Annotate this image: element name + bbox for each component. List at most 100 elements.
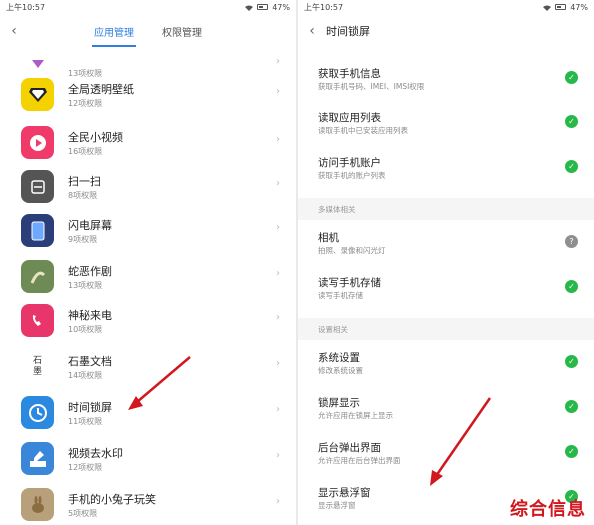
permission-item[interactable]: 后台弹出界面允许应用在后台弹出界面 ✓: [298, 440, 594, 484]
screen-icon: [21, 214, 54, 247]
chevron-right-icon: ›: [276, 268, 280, 279]
status-bar: 上午10:57 47%: [0, 0, 296, 14]
battery-percent: 47%: [570, 2, 588, 12]
page-title: 时间锁屏: [326, 25, 370, 38]
permission-description: 拍照、录像和闪光灯: [318, 246, 386, 255]
battery-icon: [257, 4, 269, 10]
clock-icon: [21, 396, 54, 429]
permission-name: 后台弹出界面: [318, 442, 381, 454]
allowed-check-icon[interactable]: ✓: [565, 400, 578, 413]
shimo-icon: 石 墨: [21, 350, 54, 383]
permission-description: 显示悬浮窗: [318, 501, 356, 510]
chevron-right-icon: ›: [276, 86, 280, 97]
app-list-item[interactable]: 时间锁屏 11项权限 ›: [0, 390, 296, 434]
section-label: 多媒体相关: [318, 205, 356, 214]
permission-name: 访问手机账户: [318, 157, 381, 169]
app-permission-count: 14项权限: [68, 371, 103, 380]
chevron-left-icon: ‹: [309, 23, 315, 39]
chevron-right-icon: ›: [276, 222, 280, 233]
app-list-item[interactable]: 石 墨 石墨文档 14项权限 ›: [0, 344, 296, 388]
app-permission-screen: 上午10:57 47% ‹ 时间锁屏 获取手机信息 获取手机号码、IMEI、IMS…: [298, 0, 594, 525]
app-permission-count: 5项权限: [68, 509, 98, 518]
permission-name: 相机: [318, 232, 339, 244]
permission-description: 允许应用在后台弹出界面: [318, 456, 401, 465]
chevron-right-icon: ›: [276, 404, 280, 415]
chevron-right-icon: ›: [276, 134, 280, 145]
app-permission-count: 12项权限: [68, 99, 103, 108]
battery-icon: [555, 4, 567, 10]
chevron-left-icon: ‹: [11, 23, 17, 39]
permission-item[interactable]: 系统设置修改系统设置 ✓: [298, 350, 594, 394]
app-list-item[interactable]: 全局透明壁纸 12项权限 ›: [0, 72, 296, 116]
chevron-right-icon: ›: [276, 178, 280, 189]
app-name: 时间锁屏: [68, 401, 112, 414]
play-icon: [21, 126, 54, 159]
permission-description: 读取手机中已安装应用列表: [318, 126, 408, 135]
permission-name: 显示悬浮窗: [318, 487, 371, 499]
section-label: 设置相关: [318, 325, 348, 334]
allowed-check-icon[interactable]: ✓: [565, 355, 578, 368]
permission-item[interactable]: 获取手机信息 获取手机号码、IMEI、IMSI权限 ✓: [298, 66, 594, 110]
permission-item[interactable]: 相机拍照、录像和闪光灯?: [298, 230, 594, 274]
app-list-item[interactable]: 蛇恶作剧 13项权限 ›: [0, 254, 296, 298]
app-permission-count: 16项权限: [68, 147, 103, 156]
app-list-item[interactable]: 手机的小兔子玩笑 5项权限 ›: [0, 482, 296, 525]
app-permission-count: 9项权限: [68, 235, 98, 244]
app-list-item[interactable]: 扫一扫 8项权限 ›: [0, 164, 296, 208]
app-name: 蛇恶作剧: [68, 265, 112, 278]
app-name: 神秘来电: [68, 309, 112, 322]
permission-description: 修改系统设置: [318, 366, 363, 375]
app-list-item[interactable]: 视频去水印 12项权限 ›: [0, 436, 296, 480]
section-header: 设置相关: [298, 318, 594, 340]
app-permission-count: 12项权限: [68, 463, 103, 472]
top-bar: ‹ 时间锁屏: [298, 14, 594, 48]
app-name: 手机的小兔子玩笑: [68, 493, 156, 506]
allowed-check-icon[interactable]: ✓: [565, 71, 578, 84]
wifi-icon: [543, 4, 552, 11]
scan-icon: [21, 170, 54, 203]
back-button[interactable]: ‹: [298, 14, 326, 48]
chevron-right-icon: ›: [276, 312, 280, 323]
permission-item[interactable]: 访问手机账户 获取手机的账户列表 ✓: [298, 155, 594, 199]
app-name: 全局透明壁纸: [68, 83, 134, 96]
wifi-icon: [245, 4, 254, 11]
watermark-text: 综合信息: [510, 499, 586, 520]
watermark-icon: [21, 442, 54, 475]
permission-item[interactable]: 读取应用列表读取手机中已安装应用列表 ✓: [298, 110, 594, 154]
permission-name: 读写手机存储: [318, 277, 381, 289]
permission-name: 读取应用列表: [318, 112, 381, 124]
ask-status-icon[interactable]: ?: [565, 235, 578, 248]
app-permission-count: 10项权限: [68, 325, 103, 334]
phone-icon: [21, 304, 54, 337]
allowed-check-icon[interactable]: ✓: [565, 115, 578, 128]
app-management-screen: 上午10:57 47% ‹ 应用管理 权限管理 13项权限 › 全局透明壁纸 12项权…: [0, 0, 296, 525]
app-permission-count: 8项权限: [68, 191, 98, 200]
permission-item[interactable]: 读写手机存储 读写手机存储 ✓: [298, 275, 594, 319]
permission-item[interactable]: 锁屏显示允许应用在锁屏上显示 ✓: [298, 395, 594, 439]
permission-description: 读写手机存储: [318, 291, 363, 300]
app-permission-count: 11项权限: [68, 417, 103, 426]
app-name: 闪电屏幕: [68, 219, 112, 232]
app-name: 全民小视频: [68, 131, 123, 144]
status-bar: 上午10:57 47%: [298, 0, 594, 14]
allowed-check-icon[interactable]: ✓: [565, 280, 578, 293]
chevron-right-icon: ›: [276, 496, 280, 507]
chevron-right-icon: ›: [276, 450, 280, 461]
chevron-right-icon: ›: [276, 358, 280, 369]
allowed-check-icon[interactable]: ✓: [565, 445, 578, 458]
battery-percent: 47%: [272, 2, 290, 12]
permission-description: 获取手机的账户列表: [318, 171, 386, 180]
app-name: 扫一扫: [68, 175, 101, 188]
snake-icon: [21, 260, 54, 293]
chevron-right-icon: ›: [276, 56, 280, 67]
permission-description: 允许应用在锁屏上显示: [318, 411, 393, 420]
app-name: 石墨文档: [68, 355, 112, 368]
section-header: 多媒体相关: [298, 198, 594, 220]
allowed-check-icon[interactable]: ✓: [565, 160, 578, 173]
app-list-item[interactable]: 闪电屏幕 9项权限 ›: [0, 208, 296, 252]
app-list-item[interactable]: 全民小视频 16项权限 ›: [0, 120, 296, 164]
app-list-item[interactable]: 神秘来电 10项权限 ›: [0, 298, 296, 342]
permission-name: 系统设置: [318, 352, 360, 364]
app-name: 视频去水印: [68, 447, 123, 460]
permission-name: 锁屏显示: [318, 397, 360, 409]
